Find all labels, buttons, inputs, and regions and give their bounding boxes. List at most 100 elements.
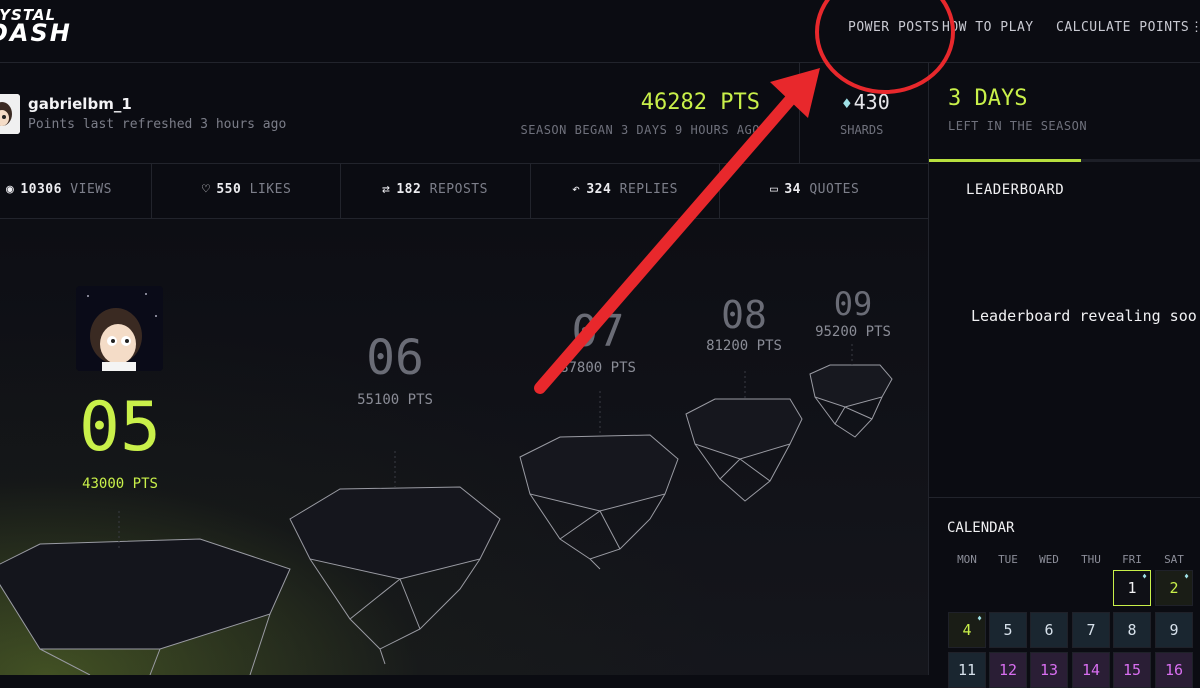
rank-09: 09 95200 PTS — [793, 286, 913, 340]
nav-calculate-points[interactable]: CALCULATE POINTS — [1056, 20, 1189, 35]
shard-icon: ♦ — [1184, 572, 1189, 581]
divider — [799, 63, 800, 163]
days-left-label: LEFT IN THE SEASON — [948, 119, 1088, 133]
username: gabrielbm_1 — [28, 95, 132, 113]
stat-quotes-value: 34 — [784, 182, 801, 197]
stat-views: ◉ 10306 VIEWS — [6, 182, 112, 197]
rank-number: 08 — [721, 293, 767, 337]
shards-number: 430 — [853, 90, 890, 114]
user-avatar[interactable] — [0, 94, 20, 134]
divider — [929, 497, 1200, 498]
season-began-text: SEASON BEGAN 3 DAYS 9 HOURS AGO — [520, 123, 760, 137]
rank-number: 06 — [366, 330, 424, 386]
calendar-day[interactable]: 9 — [1155, 612, 1193, 648]
stat-reposts-value: 182 — [396, 182, 422, 197]
repost-icon: ⇄ — [382, 182, 391, 197]
calendar-day-number: 11 — [957, 661, 977, 679]
calendar-day[interactable]: 6 — [1030, 612, 1068, 648]
shard-icon: ♦ — [1142, 572, 1147, 581]
calendar-dow: THU — [1081, 553, 1101, 566]
stat-views-label: VIEWS — [70, 182, 112, 197]
nav-how-to-play[interactable]: HOW TO PLAY — [942, 20, 1034, 35]
rank-points: 81200 PTS — [706, 338, 782, 354]
rank-number: 07 — [571, 306, 625, 357]
calendar-day[interactable]: 4 ♦ — [948, 612, 986, 648]
shards-label: SHARDS — [840, 123, 884, 137]
calendar-dow: WED — [1039, 553, 1059, 566]
calendar-day-number: 16 — [1164, 661, 1184, 679]
logo-line-2: DASH — [0, 19, 72, 48]
divider — [340, 164, 341, 218]
rank-08: 08 81200 PTS — [684, 294, 804, 354]
leaderboard-message: Leaderboard revealing soo — [971, 307, 1197, 325]
calendar-dow: FRI — [1122, 553, 1142, 566]
calendar-day[interactable]: 1 ♦ — [1113, 570, 1151, 606]
stat-reposts-label: REPOSTS — [429, 182, 488, 197]
calendar-day[interactable]: 8 — [1113, 612, 1151, 648]
calendar-dow: MON — [957, 553, 977, 566]
stat-likes-label: LIKES — [249, 182, 292, 197]
reply-icon: ↶ — [572, 182, 581, 197]
stat-reposts: ⇄ 182 REPOSTS — [382, 182, 488, 197]
calendar-day[interactable]: 7 — [1072, 612, 1110, 648]
calendar-day-number: 14 — [1081, 661, 1101, 679]
quote-icon: ▭ — [770, 182, 779, 197]
total-points: 46282 PTS — [640, 90, 760, 115]
stat-views-value: 10306 — [20, 182, 62, 197]
logo[interactable]: RYSTAL DASH — [0, 7, 72, 48]
calendar-day-number: 12 — [998, 661, 1018, 679]
season-progress-fill — [929, 159, 1081, 162]
calendar-day-number: 13 — [1039, 661, 1059, 679]
shards-value: ♦ 430 — [842, 90, 890, 114]
divider — [530, 164, 531, 218]
user-avatar-large — [76, 286, 163, 371]
stat-likes: ♡ 550 LIKES — [202, 182, 291, 197]
calendar-day-number: 7 — [1086, 621, 1096, 639]
shard-icon: ♦ — [977, 614, 982, 623]
rank-points: 55100 PTS — [357, 392, 433, 408]
calendar-day[interactable]: 2 ♦ — [1155, 570, 1193, 606]
calendar-dow: SAT — [1164, 553, 1184, 566]
calendar-day-number: 6 — [1044, 621, 1054, 639]
stat-replies: ↶ 324 REPLIES — [572, 182, 678, 197]
rank-number: 05 — [79, 388, 161, 467]
stat-quotes-label: QUOTES — [809, 182, 860, 197]
calendar-day-number: 4 — [962, 621, 972, 639]
nav-overflow-icon[interactable]: ⋮ — [1190, 20, 1200, 35]
rank-points: 87800 PTS — [560, 360, 636, 376]
rank-06: 06 55100 PTS — [335, 330, 455, 408]
rank-points: 95200 PTS — [815, 324, 891, 340]
profile-header — [0, 63, 928, 164]
calendar-day[interactable]: 11 — [948, 652, 986, 688]
shard-icon: ♦ — [842, 94, 852, 113]
rank-number: 09 — [833, 285, 873, 323]
heart-icon: ♡ — [202, 182, 211, 197]
calendar-day-number: 5 — [1003, 621, 1013, 639]
stat-likes-value: 550 — [216, 182, 242, 197]
stat-replies-value: 324 — [586, 182, 612, 197]
leaderboard-title: LEADERBOARD — [966, 182, 1065, 198]
eye-icon: ◉ — [6, 182, 15, 197]
calendar-day[interactable]: 15 — [1113, 652, 1151, 688]
calendar-day[interactable]: 14 — [1072, 652, 1110, 688]
calendar-day-number: 1 — [1127, 579, 1137, 597]
points-refreshed-text: Points last refreshed 3 hours ago — [28, 117, 287, 132]
rank-05: 05 43000 PTS — [60, 388, 180, 493]
calendar-title: CALENDAR — [947, 520, 1015, 536]
calendar-day[interactable]: 16 — [1155, 652, 1193, 688]
calendar-day-number: 9 — [1169, 621, 1179, 639]
stat-quotes: ▭ 34 QUOTES — [770, 182, 859, 197]
calendar-day-number: 8 — [1127, 621, 1137, 639]
rank-07: 07 87800 PTS — [538, 306, 658, 377]
days-left: 3 DAYS — [948, 86, 1028, 111]
calendar-day[interactable]: 5 — [989, 612, 1027, 648]
nav-power-posts[interactable]: POWER POSTS — [848, 20, 940, 35]
calendar-day-number: 15 — [1122, 661, 1142, 679]
calendar-dow: TUE — [998, 553, 1018, 566]
divider — [719, 164, 720, 218]
stat-replies-label: REPLIES — [619, 182, 678, 197]
calendar-day[interactable]: 13 — [1030, 652, 1068, 688]
season-progress-bar — [929, 159, 1200, 162]
calendar-day[interactable]: 12 — [989, 652, 1027, 688]
calendar-day-number: 2 — [1169, 579, 1179, 597]
